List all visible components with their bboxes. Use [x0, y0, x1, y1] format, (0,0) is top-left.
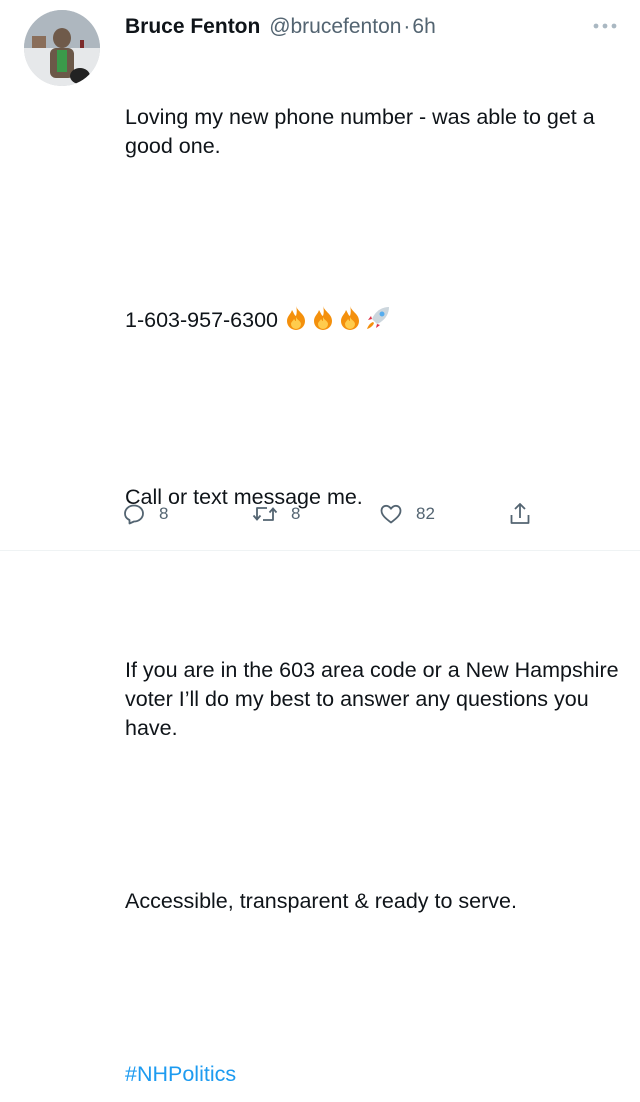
heart-icon: [380, 504, 402, 524]
tweet-timestamp[interactable]: 6h: [412, 15, 435, 38]
author-handle[interactable]: @brucefenton: [269, 15, 401, 38]
rocket-icon: [367, 307, 390, 329]
like-count: 82: [416, 504, 435, 523]
retweet-icon: [252, 507, 278, 521]
reply-icon: [124, 504, 144, 525]
hashtag-link[interactable]: #NHPolitics: [125, 1062, 236, 1086]
avatar-image: [24, 10, 100, 86]
phone-number-line: 1-603-957-6300: [125, 305, 625, 339]
author-avatar[interactable]: [24, 10, 100, 86]
tweet-header: Bruce Fenton @brucefenton·6h: [125, 10, 622, 44]
separator-dot: ·: [403, 15, 411, 38]
author-name[interactable]: Bruce Fenton: [125, 15, 260, 38]
share-button[interactable]: [508, 499, 532, 529]
like-button[interactable]: 82: [379, 499, 435, 529]
fire-icon: [287, 306, 306, 330]
retweet-button[interactable]: 8: [252, 499, 300, 529]
emoji-group: [284, 305, 394, 339]
more-options-icon[interactable]: [592, 21, 618, 31]
fire-icon: [341, 306, 360, 330]
retweet-count: 8: [291, 504, 301, 523]
tweet-paragraph: Loving my new phone number - was able to…: [125, 105, 601, 158]
fire-icon: [314, 306, 333, 330]
tweet-text: Loving my new phone number - was able to…: [125, 45, 625, 1102]
tweet-paragraph: Accessible, transparent & ready to serve…: [125, 889, 517, 913]
reply-button[interactable]: 8: [122, 499, 168, 529]
phone-number: 1-603-957-6300: [125, 308, 279, 332]
share-icon: [510, 503, 530, 524]
tweet-paragraph: If you are in the 603 area code or a New…: [125, 658, 625, 740]
tweet-actions: 8 8 82: [122, 499, 542, 529]
reply-count: 8: [159, 504, 169, 523]
